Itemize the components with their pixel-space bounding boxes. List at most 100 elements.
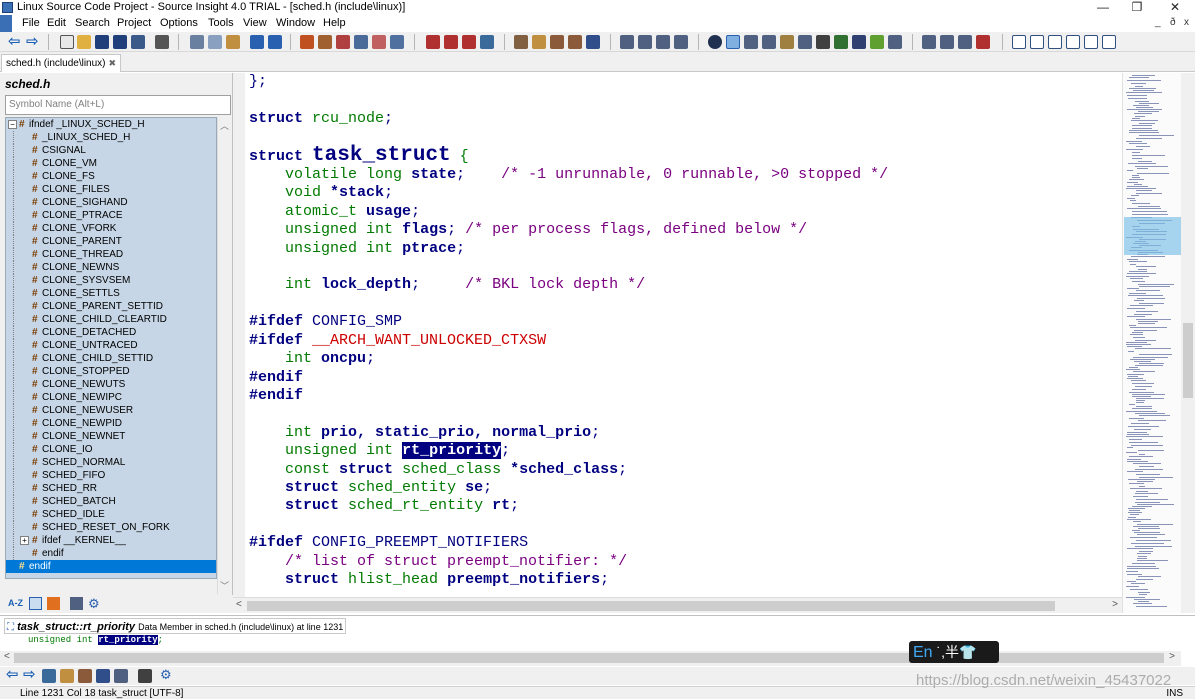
back-arrow-icon[interactable]: ⇦ (6, 667, 19, 683)
bird-icon[interactable] (852, 35, 866, 49)
category-icon[interactable] (47, 597, 60, 610)
symbol-tree-item[interactable]: # CLONE_PTRACE (6, 209, 216, 222)
search-files-icon[interactable] (372, 35, 386, 49)
minimize-button[interactable]: — (1088, 0, 1118, 15)
save-all-icon[interactable] (113, 35, 127, 49)
forward-arrow-icon[interactable]: ⇨ (23, 667, 36, 683)
find-prev-icon[interactable] (336, 35, 350, 49)
symbol-tree-item[interactable]: # CLONE_PARENT_SETTID (6, 300, 216, 313)
call-graph-icon[interactable] (568, 35, 582, 49)
mdi-restore-button[interactable]: ð (1170, 17, 1176, 28)
copy-icon[interactable] (208, 35, 222, 49)
symbol-tree-item[interactable]: # CLONE_CHILD_SETTID (6, 352, 216, 365)
redo-icon[interactable] (268, 35, 282, 49)
code-view[interactable]: }; struct rcu_node; struct task_struct {… (249, 73, 888, 589)
forward-arrow-icon[interactable]: ⇨ (26, 34, 39, 50)
symbol-tree-item[interactable]: # endif (6, 560, 216, 573)
relation-icon[interactable] (514, 35, 528, 49)
ime-indicator[interactable]: En ˙,半👕 (909, 641, 999, 663)
menu-options[interactable]: Options (160, 17, 198, 30)
symbol-tree-item[interactable]: # _LINUX_SCHED_H (6, 131, 216, 144)
context-symbol-icon[interactable] (60, 669, 74, 683)
references-icon[interactable] (550, 35, 564, 49)
r-icon[interactable] (96, 669, 110, 683)
columns-icon[interactable] (70, 597, 83, 610)
az-sort-icon[interactable]: A-Z (8, 598, 23, 608)
bookmark-icon[interactable] (426, 35, 440, 49)
save-as-icon[interactable] (131, 35, 145, 49)
tab-close-icon[interactable]: ✖ (109, 58, 117, 68)
symbol-tree-item[interactable]: − # ifndef _LINUX_SCHED_H (6, 118, 216, 131)
bookmark-next-icon[interactable] (444, 35, 458, 49)
symbol-tree-item[interactable]: # CLONE_NEWUSER (6, 404, 216, 417)
symbol-tree-item[interactable]: # SCHED_RESET_ON_FORK (6, 521, 216, 534)
scroll-right-icon[interactable]: > (1169, 651, 1175, 662)
symbol-tree-item[interactable]: # SCHED_NORMAL (6, 456, 216, 469)
symbol-tree-item[interactable]: # CLONE_FILES (6, 183, 216, 196)
paste-icon[interactable] (226, 35, 240, 49)
outdent-icon[interactable] (940, 35, 954, 49)
tool-a-icon[interactable] (1012, 35, 1026, 49)
context-hscrollbar[interactable]: < > (0, 651, 1181, 666)
scrollbar-thumb[interactable] (1183, 323, 1193, 398)
find-next-icon[interactable] (318, 35, 332, 49)
symbol-tree-item[interactable]: # SCHED_RR (6, 482, 216, 495)
mdi-minimize-button[interactable]: _ (1155, 17, 1161, 28)
symbol-tree-item[interactable]: # CLONE_STOPPED (6, 365, 216, 378)
grid-icon[interactable] (888, 35, 902, 49)
layout-4-icon[interactable] (674, 35, 688, 49)
symbol-tree-item[interactable]: # CLONE_PARENT (6, 235, 216, 248)
symbol-tree-item[interactable]: # SCHED_IDLE (6, 508, 216, 521)
editor-vscrollbar[interactable] (1181, 73, 1195, 613)
symbol-tree-item[interactable]: # CSIGNAL (6, 144, 216, 157)
symbol-tree-item[interactable]: # CLONE_VFORK (6, 222, 216, 235)
menu-view[interactable]: View (243, 17, 267, 30)
undo-icon[interactable] (250, 35, 264, 49)
symbol-tree-item[interactable]: # CLONE_SIGHAND (6, 196, 216, 209)
context-refs-icon[interactable] (78, 669, 92, 683)
browse-icon[interactable] (480, 35, 494, 49)
symbol-tree-item[interactable]: # CLONE_CHILD_CLEARTID (6, 313, 216, 326)
scroll-down-icon[interactable]: ﹀ (220, 579, 229, 592)
menu-file[interactable]: File (22, 17, 40, 30)
relation-window-icon[interactable] (762, 35, 776, 49)
lock-icon[interactable] (138, 669, 152, 683)
scroll-right-icon[interactable]: > (1112, 599, 1118, 610)
maximize-button[interactable]: ❐ (1122, 0, 1152, 15)
scroll-up-icon[interactable]: ︿ (220, 119, 229, 132)
symbol-tree-item[interactable]: # CLONE_UNTRACED (6, 339, 216, 352)
symbol-tree-item[interactable]: # CLONE_DETACHED (6, 326, 216, 339)
indent-icon[interactable] (922, 35, 936, 49)
context-outline-icon[interactable] (114, 669, 128, 683)
layers-icon[interactable] (834, 35, 848, 49)
symbol-tree-item[interactable]: # CLONE_NEWNET (6, 430, 216, 443)
collapse-icon[interactable]: − (8, 120, 17, 129)
context-window-icon[interactable] (744, 35, 758, 49)
symbol-tree-item[interactable]: # SCHED_FIFO (6, 469, 216, 482)
symbol-tree-item[interactable]: # CLONE_NEWPID (6, 417, 216, 430)
menu-window[interactable]: Window (276, 17, 315, 30)
tool-e-icon[interactable] (1084, 35, 1098, 49)
new-file-icon[interactable] (60, 35, 74, 49)
settings-icon[interactable]: ⚙ (160, 667, 172, 683)
symbol-info-icon[interactable] (532, 35, 546, 49)
overview-map[interactable] (1122, 73, 1181, 613)
scrollbar-thumb[interactable] (247, 601, 1055, 611)
tool-c-icon[interactable] (1048, 35, 1062, 49)
symbol-tree-item[interactable]: # SCHED_BATCH (6, 495, 216, 508)
symbol-tree-item[interactable]: # CLONE_IO (6, 443, 216, 456)
menu-tools[interactable]: Tools (208, 17, 234, 30)
code-editor[interactable]: }; struct rcu_node; struct task_struct {… (233, 73, 1122, 597)
open-folder-icon[interactable] (77, 35, 91, 49)
close-button[interactable]: ✕ (1160, 0, 1190, 15)
symbol-tree-item[interactable]: # CLONE_SETTLS (6, 287, 216, 300)
overview-icon[interactable] (816, 35, 830, 49)
scroll-left-icon[interactable]: < (4, 651, 10, 662)
comment-icon[interactable] (958, 35, 972, 49)
find-icon[interactable] (300, 35, 314, 49)
menu-edit[interactable]: Edit (47, 17, 66, 30)
bookmark-prev-icon[interactable] (462, 35, 476, 49)
symbol-tree-item[interactable]: + # ifdef __KERNEL__ (6, 534, 216, 547)
clip-window-icon[interactable] (780, 35, 794, 49)
menu-project[interactable]: Project (117, 17, 151, 30)
